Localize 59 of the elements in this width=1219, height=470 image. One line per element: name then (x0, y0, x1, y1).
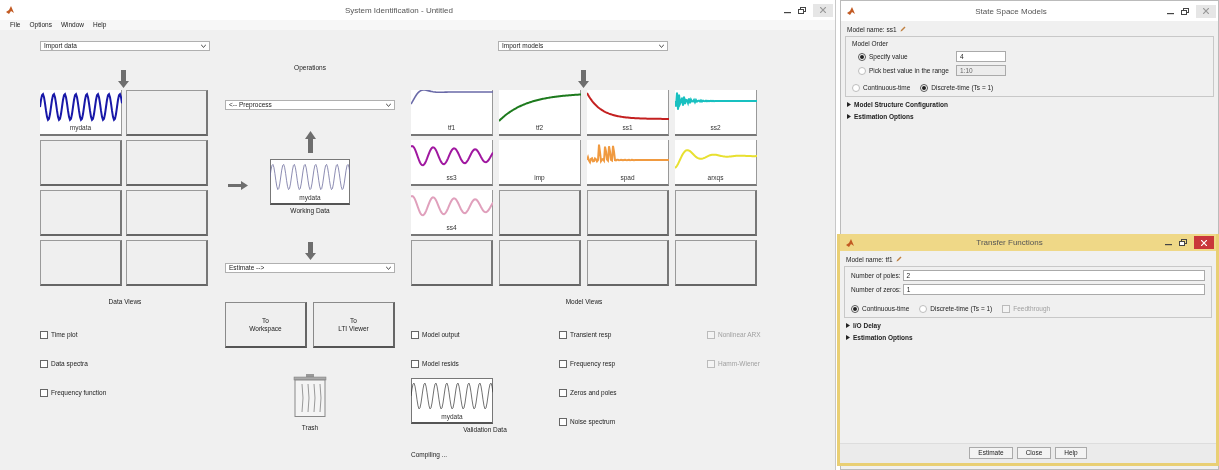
empty-board[interactable] (499, 190, 581, 236)
down-arrow-icon (578, 70, 589, 88)
close-button[interactable] (1194, 236, 1214, 249)
checkbox[interactable] (411, 359, 419, 368)
checkbox[interactable] (40, 359, 48, 368)
empty-board[interactable] (126, 190, 208, 236)
radio-button[interactable] (920, 83, 929, 92)
window-title: State Space Models (974, 6, 1048, 16)
caret-icon (386, 103, 391, 107)
up-arrow-icon (304, 131, 316, 153)
expand-triangle-icon[interactable] (846, 322, 850, 328)
empty-board[interactable] (126, 140, 208, 186)
app-icon (846, 238, 854, 247)
checkbox[interactable] (559, 359, 567, 368)
empty-board[interactable] (126, 240, 208, 286)
empty-board[interactable] (675, 240, 757, 286)
checkbox[interactable] (559, 330, 567, 339)
caret-icon (659, 44, 664, 48)
empty-board[interactable] (40, 140, 122, 186)
empty-board[interactable] (126, 90, 208, 136)
pencil-icon[interactable] (899, 26, 906, 32)
right-arrow-icon (228, 180, 248, 190)
app-icon (847, 7, 855, 15)
caret-icon (201, 44, 206, 48)
window-title: Transfer Functions (975, 238, 1044, 247)
empty-board[interactable] (675, 190, 757, 236)
radio-button[interactable] (851, 304, 859, 313)
trash-icon[interactable] (293, 374, 327, 417)
restore-icon[interactable] (1179, 239, 1187, 246)
checkbox[interactable] (40, 388, 48, 397)
checkbox[interactable] (559, 388, 567, 397)
checkbox[interactable] (411, 330, 419, 339)
close-icon (1201, 239, 1207, 246)
down-arrow-icon (118, 70, 129, 88)
radio-button[interactable] (919, 304, 928, 313)
close-button[interactable] (1196, 4, 1216, 18)
window-title: System Identification - Untitled (343, 5, 454, 15)
empty-board[interactable] (587, 190, 669, 236)
close-button[interactable] (813, 3, 833, 17)
radio-button[interactable] (852, 83, 860, 92)
caret-icon (386, 266, 391, 270)
empty-board[interactable] (40, 240, 122, 286)
close-icon (820, 7, 826, 13)
radio-button[interactable] (858, 52, 866, 61)
empty-board[interactable] (499, 240, 581, 286)
checkbox[interactable] (559, 417, 567, 426)
expand-triangle-icon[interactable] (846, 334, 850, 340)
expand-triangle-icon[interactable] (847, 101, 851, 107)
empty-board[interactable] (587, 240, 669, 286)
restore-icon[interactable] (1181, 7, 1189, 15)
empty-board[interactable] (40, 190, 122, 236)
down-arrow-icon (304, 242, 316, 260)
close-icon (1203, 8, 1209, 14)
expand-triangle-icon[interactable] (847, 113, 851, 119)
app-icon (6, 6, 14, 14)
restore-icon[interactable] (798, 6, 806, 14)
pencil-icon[interactable] (895, 256, 902, 262)
empty-board[interactable] (411, 240, 493, 286)
checkbox[interactable] (40, 330, 48, 339)
